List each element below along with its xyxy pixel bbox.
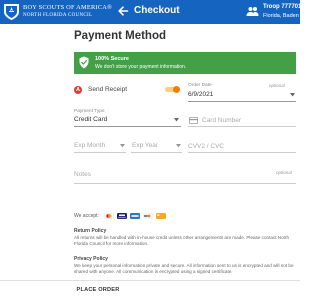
exp-month-select[interactable]: Exp Month: [74, 142, 105, 149]
order-date-field[interactable]: 6/9/2021: [188, 91, 213, 98]
notes-input[interactable]: [74, 168, 264, 180]
secure-banner: 100% Secure We don't store your payment …: [74, 52, 296, 74]
notes-underline: [74, 183, 296, 184]
bsa-logo: [4, 4, 19, 20]
order-date-optional: optional: [269, 83, 285, 88]
toggle-knob: [173, 86, 180, 93]
card-number-underline: [188, 126, 296, 127]
return-policy-title: Return Policy: [74, 228, 107, 234]
place-order-button[interactable]: PLACE ORDER: [60, 283, 136, 297]
credit-card-icon: [189, 117, 198, 124]
footer-divider: [0, 280, 300, 281]
people-icon: [246, 7, 259, 16]
credit-card-icon: [156, 213, 166, 219]
we-accept-label: We accept:: [74, 213, 99, 219]
chevron-down-icon[interactable]: [176, 144, 181, 148]
order-date-label: Order Date: [188, 83, 212, 88]
chevron-down-icon[interactable]: [290, 93, 295, 97]
payment-type-underline: [74, 126, 181, 127]
discover-icon: [143, 213, 153, 219]
app-header: BOY SCOUTS OF AMERICA® NORTH FLORIDA COU…: [0, 0, 304, 24]
troop-name[interactable]: Troop 7777011: [263, 4, 304, 10]
send-receipt-label: Send Receipt: [88, 86, 128, 93]
exp-month-underline: [74, 152, 126, 153]
exp-year-underline: [131, 152, 182, 153]
page-header-title: Checkout: [134, 5, 180, 16]
exp-year-select[interactable]: Exp Year: [132, 142, 158, 149]
troop-location: Florida, Baden P: [263, 13, 304, 19]
page-title: Payment Method: [74, 30, 167, 42]
secure-text: We don't store your payment information.: [95, 64, 187, 70]
privacy-policy-text: We keep your personal information privat…: [74, 263, 294, 275]
send-receipt-toggle[interactable]: [165, 86, 180, 93]
return-policy-text: All returns will be handled with in-hous…: [74, 235, 289, 247]
org-name: BOY SCOUTS OF AMERICA®: [23, 4, 113, 11]
card-number-input[interactable]: [202, 114, 296, 126]
privacy-policy-title: Privacy Policy: [74, 256, 108, 262]
chevron-down-icon[interactable]: [174, 118, 179, 122]
chevron-down-icon[interactable]: [120, 144, 125, 148]
cvv-input[interactable]: [188, 140, 296, 152]
mastercard-icon: [104, 213, 114, 219]
cvv-underline: [188, 152, 296, 153]
payment-type-select[interactable]: Credit Card: [74, 116, 107, 123]
amex-icon: [130, 213, 140, 219]
notes-optional: optional: [276, 170, 292, 175]
org-council: NORTH FLORIDA COUNCIL: [23, 13, 93, 18]
secure-title: 100% Secure: [95, 56, 129, 62]
shield-check-icon: [79, 56, 89, 69]
receipt-icon-letter: A: [76, 87, 80, 93]
order-date-underline: [188, 101, 296, 102]
visa-icon: [117, 213, 127, 219]
payment-type-label: Payment Type: [74, 109, 105, 114]
back-arrow-icon[interactable]: [117, 5, 129, 17]
receipt-alert-icon: A: [74, 86, 82, 94]
